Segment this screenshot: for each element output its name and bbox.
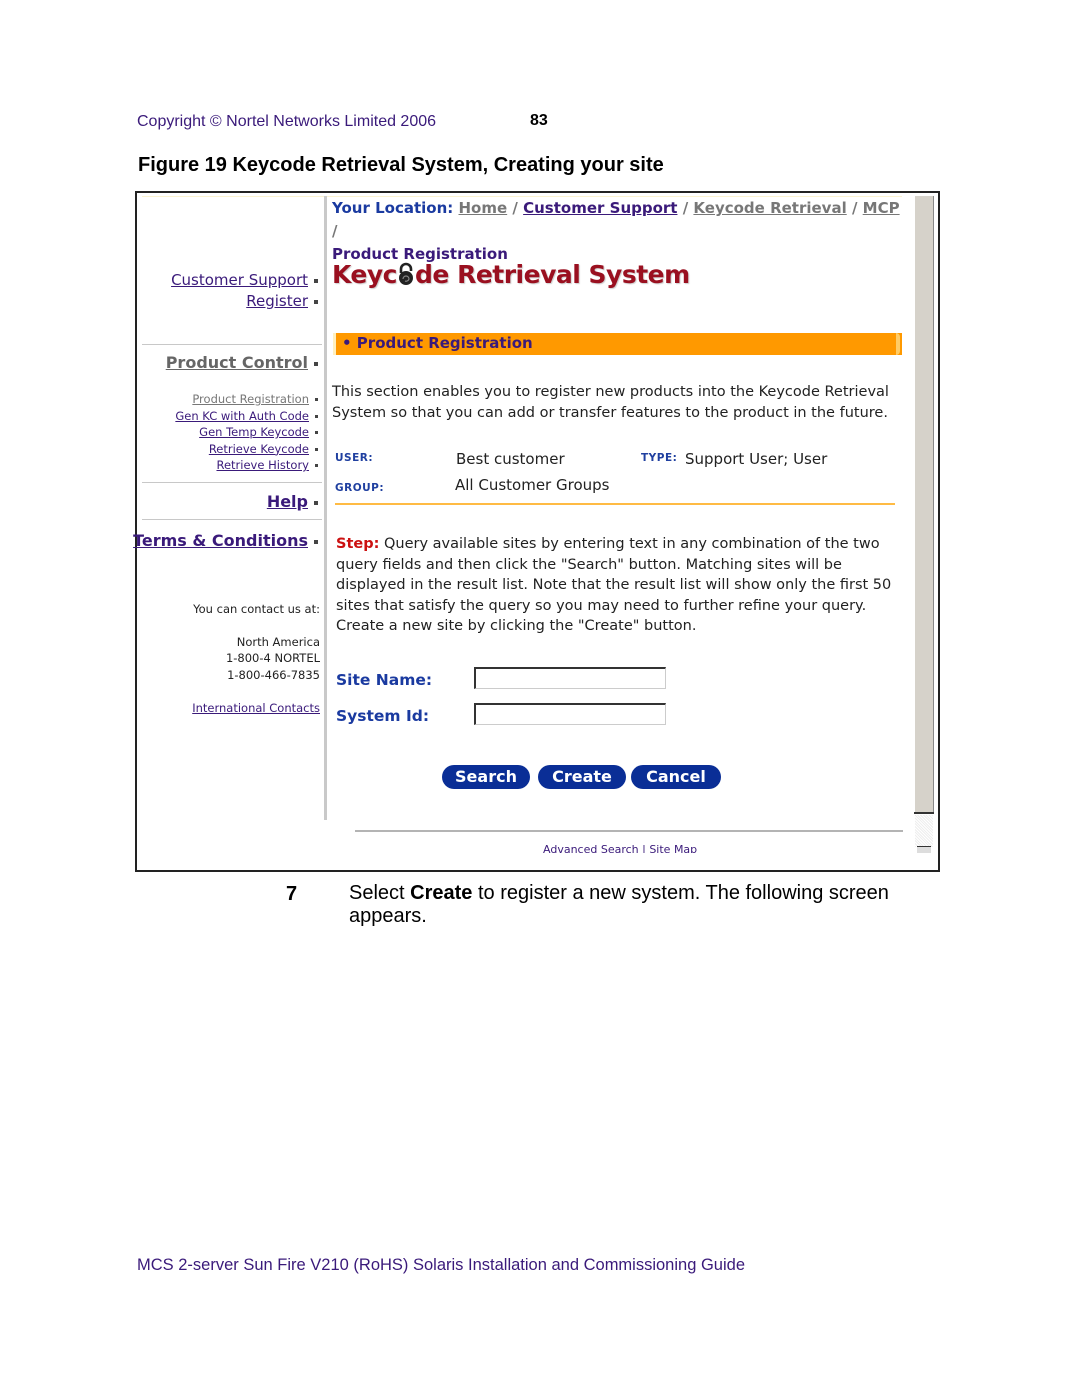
padlock-icon — [399, 262, 414, 285]
nav-item-retrieve-history[interactable]: Retrieve History — [216, 458, 309, 472]
intro-text: This section enables you to register new… — [332, 384, 889, 421]
figure-title: Figure 19 Keycode Retrieval System, Crea… — [138, 154, 664, 176]
site-map-link[interactable]: Site Map — [649, 843, 697, 853]
breadcrumb-keycode-retrieval[interactable]: Keycode Retrieval — [693, 199, 846, 217]
bullet-icon — [315, 414, 318, 418]
instruction-number: 7 — [286, 883, 298, 905]
nav-link-customer-support[interactable]: Customer Support — [171, 271, 308, 289]
copyright-notice: Copyright © Nortel Networks Limited 2006 — [137, 113, 437, 130]
bullet-icon — [314, 500, 318, 505]
group-value: All Customer Groups — [455, 476, 610, 494]
step-text: Query available sites by entering text i… — [336, 536, 892, 634]
bullet-icon — [315, 431, 318, 434]
footer-divider — [355, 830, 903, 832]
bullet-icon — [315, 447, 318, 451]
breadcrumb-separator: / — [512, 199, 518, 217]
breadcrumb-separator: / — [851, 199, 858, 217]
breadcrumb-prefix: Your Location: — [332, 199, 454, 217]
nav-link-terms-conditions[interactable]: Terms & Conditions — [133, 531, 308, 550]
step-instructions: Step: Query available sites by entering … — [336, 534, 906, 637]
breadcrumb-separator: / — [332, 222, 338, 240]
create-button[interactable]: Create — [538, 765, 626, 789]
cancel-button[interactable]: Cancel — [631, 765, 721, 789]
nav-separator-bar — [324, 196, 327, 820]
contact-region: North America — [236, 634, 320, 649]
page-number: 83 — [530, 112, 548, 129]
system-id-input[interactable] — [474, 703, 666, 725]
nav-link-register[interactable]: Register — [246, 292, 308, 310]
nav-heading-product-control[interactable]: Product Control — [166, 353, 308, 372]
bullet-icon — [314, 539, 318, 544]
site-name-label: Site Name: — [336, 671, 433, 689]
contact-phone-1: 1-800-4 NORTEL — [225, 651, 320, 665]
nav-item-gen-kc-auth-code[interactable]: Gen KC with Auth Code — [175, 409, 309, 423]
vertical-scrollbar-thumb[interactable] — [914, 196, 934, 814]
scrollbar-track[interactable] — [915, 815, 933, 847]
contact-intro: You can contact us at: — [193, 602, 320, 616]
breadcrumb: Your Location: Home / Customer Support /… — [332, 197, 902, 266]
bullet-icon — [314, 278, 318, 283]
breadcrumb-separator: / — [682, 199, 689, 217]
brand-title: Keyc de Retrieval System — [332, 260, 690, 289]
section-banner: • Product Registration — [333, 333, 902, 355]
nav-link-help[interactable]: Help — [267, 492, 308, 511]
user-label: USER: — [335, 452, 374, 464]
instruction-text-pre: Select — [349, 882, 411, 904]
type-value: Support User; User — [685, 450, 828, 468]
nav-item-product-registration[interactable]: Product Registration — [192, 392, 309, 406]
system-id-label: System Id: — [336, 707, 430, 725]
nav-divider — [142, 519, 322, 520]
info-divider — [335, 503, 895, 505]
bullet-icon — [315, 398, 318, 401]
brand-text-start: Keyc — [332, 260, 398, 289]
international-contacts-link[interactable]: International Contacts — [192, 701, 320, 715]
instruction-text: Select Create to register a new system. … — [349, 882, 939, 928]
footer-links: Advanced Search | Site Map — [543, 843, 697, 853]
scrollbar-thumb-edge — [914, 812, 934, 814]
brand-text-end: de Retrieval System — [415, 260, 690, 289]
instruction-text-bold: Create — [410, 882, 473, 904]
search-button[interactable]: Search — [442, 765, 530, 789]
breadcrumb-home[interactable]: Home — [459, 199, 508, 217]
nav-divider — [142, 482, 322, 483]
nav-item-gen-temp-keycode[interactable]: Gen Temp Keycode — [199, 425, 309, 439]
type-label: TYPE: — [641, 452, 678, 464]
breadcrumb-customer-support[interactable]: Customer Support — [523, 199, 677, 217]
bullet-icon — [315, 464, 318, 467]
breadcrumb-mcp[interactable]: MCP — [863, 199, 900, 217]
footer-link-divider: | — [638, 843, 650, 853]
user-value: Best customer — [456, 450, 565, 468]
scroll-down-button[interactable] — [917, 846, 931, 853]
contact-phone-2: 1-800-466-7835 — [227, 667, 320, 682]
banner-end-cap — [896, 333, 900, 355]
group-label: GROUP: — [335, 482, 385, 494]
nav-item-retrieve-keycode[interactable]: Retrieve Keycode — [209, 442, 309, 456]
step-label: Step: — [336, 536, 380, 552]
advanced-search-link[interactable]: Advanced Search — [543, 843, 639, 853]
bullet-icon — [314, 299, 318, 304]
document-footer-title: MCS 2-server Sun Fire V210 (RoHS) Solari… — [137, 1256, 745, 1274]
section-banner-title: • Product Registration — [342, 334, 533, 352]
site-name-input[interactable] — [474, 667, 666, 689]
bullet-icon — [314, 361, 318, 366]
nav-divider — [142, 344, 322, 345]
